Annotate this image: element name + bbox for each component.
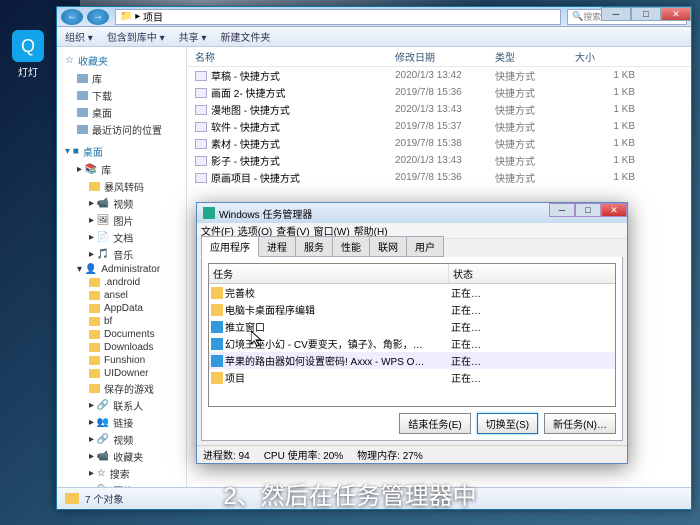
sidebar-item[interactable]: Documents bbox=[57, 328, 186, 341]
maximize-button[interactable]: □ bbox=[631, 7, 661, 21]
sidebar-item[interactable]: ▾ 👤 Administrator bbox=[57, 263, 186, 276]
minimize-button[interactable]: ─ bbox=[549, 203, 575, 217]
mem-usage: 物理内存: 27% bbox=[357, 447, 423, 462]
task-row[interactable]: 项目正在… bbox=[209, 369, 615, 386]
task-list: 任务状态 完善校正在… 电脑卡桌面程序编辑正在… 推立窗口正在… 幻境王座小幻 … bbox=[208, 263, 616, 407]
sidebar-item[interactable]: 库 bbox=[57, 70, 186, 87]
sidebar-item[interactable]: 保存的游戏 bbox=[57, 380, 186, 397]
task-manager-window: Windows 任务管理器 ─ □ ✕ 文件(F) 选项(O) 查看(V) 窗口… bbox=[196, 202, 628, 464]
cpu-usage: CPU 使用率: 20% bbox=[264, 447, 343, 462]
tab-performance[interactable]: 性能 bbox=[332, 236, 370, 257]
tab-networking[interactable]: 联网 bbox=[369, 236, 407, 257]
close-button[interactable]: ✕ bbox=[601, 203, 627, 217]
end-task-button[interactable]: 结束任务(E) bbox=[399, 413, 470, 434]
task-row[interactable]: 电脑卡桌面程序编辑正在… bbox=[209, 301, 615, 318]
window-controls: ─ □ ✕ bbox=[601, 7, 691, 21]
sidebar-item[interactable]: ▸ 🔗 联系人 bbox=[57, 397, 186, 414]
sidebar-item[interactable]: UIDowner bbox=[57, 367, 186, 380]
sidebar-item[interactable]: 下载 bbox=[57, 87, 186, 104]
file-row[interactable]: 影子 - 快捷方式2020/1/3 13:43快捷方式1 KB bbox=[187, 152, 691, 169]
task-manager-status: 进程数: 94 CPU 使用率: 20% 物理内存: 27% bbox=[197, 445, 627, 463]
address-field[interactable]: 📁 ▸ 项目 bbox=[115, 9, 561, 25]
app-icon: Q bbox=[12, 30, 44, 62]
task-manager-icon bbox=[203, 207, 215, 219]
process-count: 进程数: 94 bbox=[203, 447, 250, 462]
sidebar-item[interactable]: ▸ 👥 链接 bbox=[57, 414, 186, 431]
close-button[interactable]: ✕ bbox=[661, 7, 691, 21]
column-headers[interactable]: 名称修改日期类型大小 bbox=[187, 47, 691, 67]
file-row[interactable]: 原画项目 - 快捷方式2019/7/8 15:36快捷方式1 KB bbox=[187, 169, 691, 186]
task-row[interactable]: 推立窗口正在… bbox=[209, 318, 615, 335]
task-row[interactable]: 苹果的路由器如何设置密码! Axxx - WPS O…正在… bbox=[209, 352, 615, 369]
explorer-sidebar: ☆ 收藏夹 库 下载 桌面 最近访问的位置 ▾ ■ 桌面 ▸ 📚 库 暴风转码 … bbox=[57, 47, 187, 487]
tab-processes[interactable]: 进程 bbox=[258, 236, 296, 257]
sidebar-item[interactable]: Downloads bbox=[57, 341, 186, 354]
sidebar-item[interactable]: ansel bbox=[57, 289, 186, 302]
new-task-button[interactable]: 新任务(N)… bbox=[544, 413, 616, 434]
task-manager-tabs: 应用程序 进程 服务 性能 联网 用户 bbox=[197, 239, 627, 257]
sidebar-item[interactable]: ▸ 📹 收藏夹 bbox=[57, 448, 186, 465]
window-controls: ─ □ ✕ bbox=[549, 203, 627, 217]
sidebar-favorites[interactable]: ☆ 收藏夹 bbox=[57, 51, 186, 70]
file-row[interactable]: 软件 - 快捷方式2019/7/8 15:37快捷方式1 KB bbox=[187, 118, 691, 135]
toolbar-share[interactable]: 共享 ▾ bbox=[179, 29, 207, 44]
nav-back-button[interactable]: ← bbox=[61, 9, 83, 25]
tab-users[interactable]: 用户 bbox=[406, 236, 444, 257]
task-manager-buttons: 结束任务(E) 切换至(S) 新任务(N)… bbox=[208, 413, 616, 434]
tab-applications[interactable]: 应用程序 bbox=[201, 236, 259, 257]
file-row[interactable]: 草稿 - 快捷方式2020/1/3 13:42快捷方式1 KB bbox=[187, 67, 691, 84]
task-row[interactable]: 完善校正在… bbox=[209, 284, 615, 301]
minimize-button[interactable]: ─ bbox=[601, 7, 631, 21]
desktop-shortcut[interactable]: Q 灯灯 bbox=[8, 30, 48, 79]
file-row[interactable]: 漫地图 - 快捷方式2020/1/3 13:43快捷方式1 KB bbox=[187, 101, 691, 118]
toolbar-organize[interactable]: 组织 ▾ bbox=[65, 29, 93, 44]
task-manager-titlebar: Windows 任务管理器 ─ □ ✕ bbox=[197, 203, 627, 223]
maximize-button[interactable]: □ bbox=[575, 203, 601, 217]
sidebar-item[interactable]: ▸ 📹 视频 bbox=[57, 195, 186, 212]
explorer-address-bar: ← → 📁 ▸ 项目 🔍 搜索 项目 bbox=[57, 7, 691, 27]
sidebar-desktop[interactable]: ▾ ■ 桌面 bbox=[57, 142, 186, 161]
explorer-toolbar: 组织 ▾ 包含到库中 ▾ 共享 ▾ 新建文件夹 bbox=[57, 27, 691, 47]
file-row[interactable]: 画面 2- 快捷方式2019/7/8 15:36快捷方式1 KB bbox=[187, 84, 691, 101]
sidebar-item[interactable]: 桌面 bbox=[57, 104, 186, 121]
sidebar-item[interactable]: ▸ 🎵 音乐 bbox=[57, 246, 186, 263]
task-list-header[interactable]: 任务状态 bbox=[209, 264, 615, 284]
tutorial-caption: 2、然后在任务管理器中 bbox=[0, 476, 700, 511]
sidebar-item[interactable]: 最近访问的位置 bbox=[57, 121, 186, 138]
tab-services[interactable]: 服务 bbox=[295, 236, 333, 257]
sidebar-item[interactable]: ▸ 🔗 视频 bbox=[57, 431, 186, 448]
sidebar-item[interactable]: Funshion bbox=[57, 354, 186, 367]
sidebar-item[interactable]: .android bbox=[57, 276, 186, 289]
sidebar-item[interactable]: ▸ 📄 文档 bbox=[57, 229, 186, 246]
sidebar-item[interactable]: AppData bbox=[57, 302, 186, 315]
sidebar-item[interactable]: ▸ 🖼 图片 bbox=[57, 212, 186, 229]
task-manager-title: Windows 任务管理器 bbox=[219, 206, 312, 221]
nav-forward-button[interactable]: → bbox=[87, 9, 109, 25]
sidebar-item[interactable]: 暴风转码 bbox=[57, 178, 186, 195]
toolbar-include[interactable]: 包含到库中 ▾ bbox=[107, 29, 165, 44]
toolbar-newfolder[interactable]: 新建文件夹 bbox=[220, 29, 270, 44]
shortcut-label: 灯灯 bbox=[8, 64, 48, 79]
file-row[interactable]: 素材 - 快捷方式2019/7/8 15:38快捷方式1 KB bbox=[187, 135, 691, 152]
switch-to-button[interactable]: 切换至(S) bbox=[477, 413, 538, 434]
task-row[interactable]: 幻境王座小幻 - CV要变天，镇子》、角影，…正在… bbox=[209, 335, 615, 352]
sidebar-item[interactable]: bf bbox=[57, 315, 186, 328]
sidebar-item[interactable]: ▸ 📚 库 bbox=[57, 161, 186, 178]
